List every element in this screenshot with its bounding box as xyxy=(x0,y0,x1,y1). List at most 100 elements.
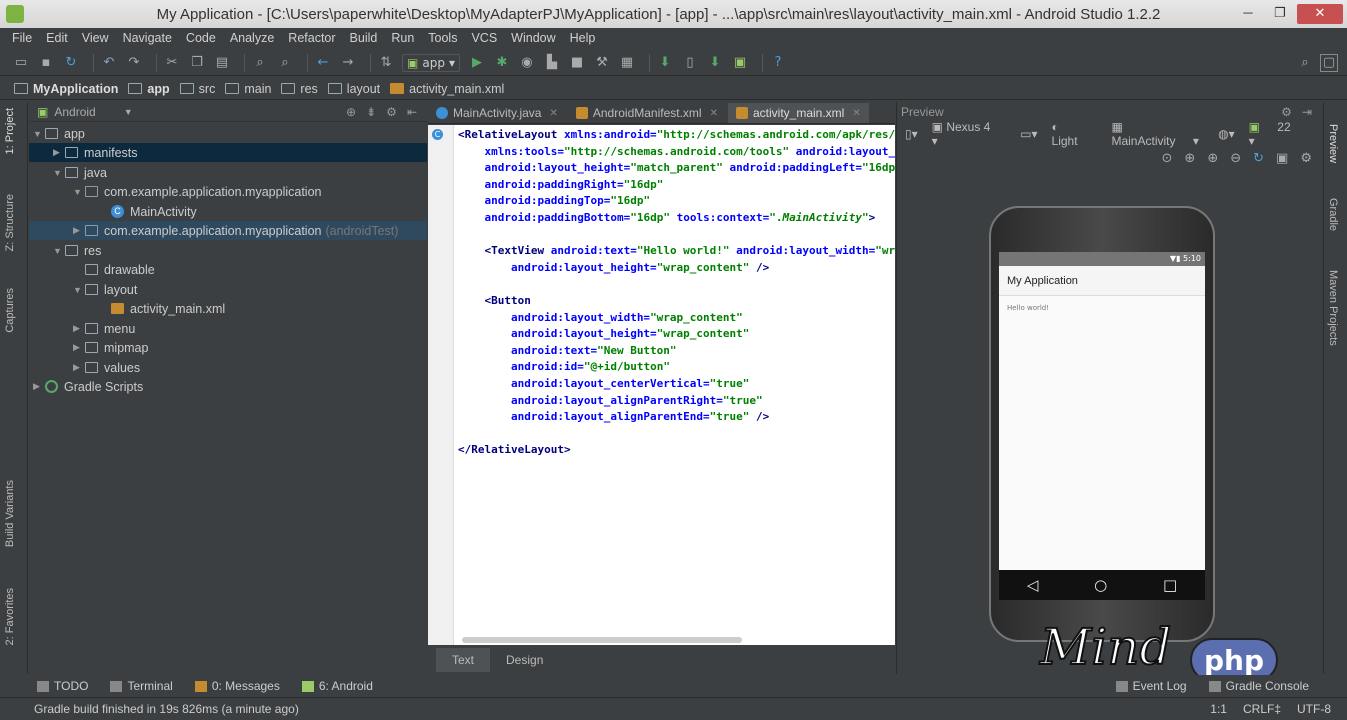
breadcrumb-item[interactable]: app xyxy=(128,82,170,96)
tree-item-menu[interactable]: ▶ menu xyxy=(29,319,427,338)
collapsed-arrow-icon[interactable]: ▶ xyxy=(73,323,85,334)
tab-preview[interactable]: Preview xyxy=(1327,124,1339,163)
avd-manager-icon[interactable]: ▯ xyxy=(681,54,699,72)
menu-view[interactable]: View xyxy=(82,31,109,45)
theme-select[interactable]: ◐ Light xyxy=(1052,120,1098,148)
orientation-icon[interactable]: ▭▾ xyxy=(1020,127,1037,141)
menu-window[interactable]: Window xyxy=(511,31,555,45)
maximize-button[interactable]: ❐ xyxy=(1265,4,1295,24)
breadcrumb-item[interactable]: activity_main.xml xyxy=(390,82,504,96)
hide-icon[interactable]: ⇥ xyxy=(1302,105,1312,119)
debug-icon[interactable]: ✱ xyxy=(493,54,511,72)
device-select[interactable]: ▣ Nexus 4 ▾ xyxy=(932,120,1007,148)
tab-project[interactable]: 1: Project xyxy=(4,108,16,154)
run-config-select[interactable]: ▣ app ▾ xyxy=(402,53,460,72)
tree-item-values[interactable]: ▶ values xyxy=(29,358,427,377)
tree-item-drawable[interactable]: drawable xyxy=(29,260,427,279)
tab-structure[interactable]: Z: Structure xyxy=(4,194,16,251)
copy-icon[interactable]: ❐ xyxy=(188,54,206,72)
back-icon[interactable]: ← xyxy=(314,54,332,72)
menu-vcs[interactable]: VCS xyxy=(471,31,497,45)
tab-captures[interactable]: Captures xyxy=(4,288,16,333)
menu-code[interactable]: Code xyxy=(186,31,216,45)
sdk-manager-icon[interactable]: ⬇ xyxy=(706,54,724,72)
zoom-in-icon[interactable]: ⊕ xyxy=(1207,151,1218,166)
breadcrumb-item[interactable]: MyApplication xyxy=(14,82,118,96)
close-icon[interactable]: ✕ xyxy=(710,108,718,119)
minimize-button[interactable]: ─ xyxy=(1233,4,1263,24)
open-folder-icon[interactable]: ▭ xyxy=(12,54,30,72)
tab-maven-projects[interactable]: Maven Projects xyxy=(1327,270,1339,346)
menu-navigate[interactable]: Navigate xyxy=(123,31,172,45)
class-icon[interactable]: C xyxy=(432,129,443,140)
tree-item-gradle-scripts[interactable]: ▶ Gradle Scripts xyxy=(29,377,427,396)
file-encoding[interactable]: UTF-8 xyxy=(1297,702,1331,716)
forward-icon[interactable]: → xyxy=(339,54,357,72)
api-select[interactable]: ▣ 22 ▾ xyxy=(1249,120,1308,148)
project-structure-icon[interactable]: ▦ xyxy=(618,54,636,72)
tree-item-app[interactable]: ▼ app xyxy=(29,124,427,143)
tab-mainactivity-java[interactable]: MainActivity.java ✕ xyxy=(428,103,566,123)
event-log-tab[interactable]: Event Log xyxy=(1115,679,1187,693)
android-tab[interactable]: 6: Android xyxy=(301,679,373,693)
expanded-arrow-icon[interactable]: ▼ xyxy=(33,129,45,139)
zoom-actual-icon[interactable]: ⊙ xyxy=(1162,151,1173,166)
menu-analyze[interactable]: Analyze xyxy=(230,31,274,45)
close-icon[interactable]: ✕ xyxy=(852,108,860,119)
activity-select[interactable]: ▦ MainActivity ▾ xyxy=(1111,120,1204,148)
tab-gradle[interactable]: Gradle xyxy=(1327,198,1339,231)
collapsed-arrow-icon[interactable]: ▶ xyxy=(73,362,85,373)
gear-icon[interactable]: ⚙ xyxy=(1281,105,1292,119)
breadcrumb-item[interactable]: main xyxy=(225,82,271,96)
tab-build-variants[interactable]: Build Variants xyxy=(4,480,16,547)
sync-icon[interactable]: ↻ xyxy=(62,54,80,72)
device-frame-icon[interactable]: ▯▾ xyxy=(905,127,918,141)
save-icon[interactable]: ▪ xyxy=(37,54,55,72)
run-icon[interactable]: ▶ xyxy=(468,54,486,72)
tree-item-layout[interactable]: ▼ layout xyxy=(29,280,427,299)
tab-design[interactable]: Design xyxy=(490,648,559,672)
camera-icon[interactable]: ▣ xyxy=(1276,151,1288,166)
collapsed-arrow-icon[interactable]: ▶ xyxy=(73,225,85,236)
menu-edit[interactable]: Edit xyxy=(46,31,68,45)
menu-run[interactable]: Run xyxy=(391,31,414,45)
tree-item-package[interactable]: ▼ com.example.application.myapplication xyxy=(29,182,427,201)
expanded-arrow-icon[interactable]: ▼ xyxy=(73,285,85,295)
zoom-fit-icon[interactable]: ⊕ xyxy=(1184,151,1195,166)
collapsed-arrow-icon[interactable]: ▶ xyxy=(53,147,65,158)
gear-icon[interactable]: ⚙ xyxy=(1300,151,1312,166)
undo-icon[interactable]: ↶ xyxy=(100,54,118,72)
menu-refactor[interactable]: Refactor xyxy=(288,31,335,45)
menu-build[interactable]: Build xyxy=(350,31,378,45)
tree-item-mipmap[interactable]: ▶ mipmap xyxy=(29,338,427,357)
horizontal-scrollbar[interactable] xyxy=(462,637,742,643)
gradle-sync-icon[interactable]: ⬇ xyxy=(656,54,674,72)
collapsed-arrow-icon[interactable]: ▶ xyxy=(73,342,85,353)
expanded-arrow-icon[interactable]: ▼ xyxy=(53,168,65,178)
locale-icon[interactable]: ◍▾ xyxy=(1218,127,1235,141)
close-icon[interactable]: ✕ xyxy=(549,108,557,119)
tool-window-icon[interactable]: ▢ xyxy=(1320,53,1338,72)
tab-favorites[interactable]: 2: Favorites xyxy=(4,588,16,645)
tab-text[interactable]: Text xyxy=(436,648,491,672)
tab-activity-main-xml[interactable]: activity_main.xml ✕ xyxy=(727,103,869,123)
collapsed-arrow-icon[interactable]: ▶ xyxy=(33,381,45,392)
android-device-monitor-icon[interactable]: ▣ xyxy=(731,54,749,72)
coverage-icon[interactable]: ◉ xyxy=(518,54,536,72)
tree-item-manifests[interactable]: ▶ manifests xyxy=(29,143,427,162)
hide-icon[interactable]: ⇤ xyxy=(407,105,417,119)
caret-position[interactable]: 1:1 xyxy=(1210,702,1227,716)
tree-item-java[interactable]: ▼ java xyxy=(29,163,427,182)
refresh-icon[interactable]: ↻ xyxy=(1253,151,1264,166)
tree-item-activity-main-xml[interactable]: activity_main.xml xyxy=(29,299,427,318)
zoom-out-icon[interactable]: ⊖ xyxy=(1230,151,1241,166)
close-button[interactable]: ✕ xyxy=(1297,4,1343,24)
todo-tab[interactable]: TODO xyxy=(37,679,88,693)
stop-icon[interactable]: ■ xyxy=(568,54,586,72)
search-everywhere-icon[interactable]: ⌕ xyxy=(1296,54,1314,72)
menu-file[interactable]: File xyxy=(12,31,32,45)
gradle-console-tab[interactable]: Gradle Console xyxy=(1208,679,1309,693)
menu-help[interactable]: Help xyxy=(570,31,596,45)
help-icon[interactable]: ? xyxy=(769,54,787,72)
expanded-arrow-icon[interactable]: ▼ xyxy=(53,246,65,256)
